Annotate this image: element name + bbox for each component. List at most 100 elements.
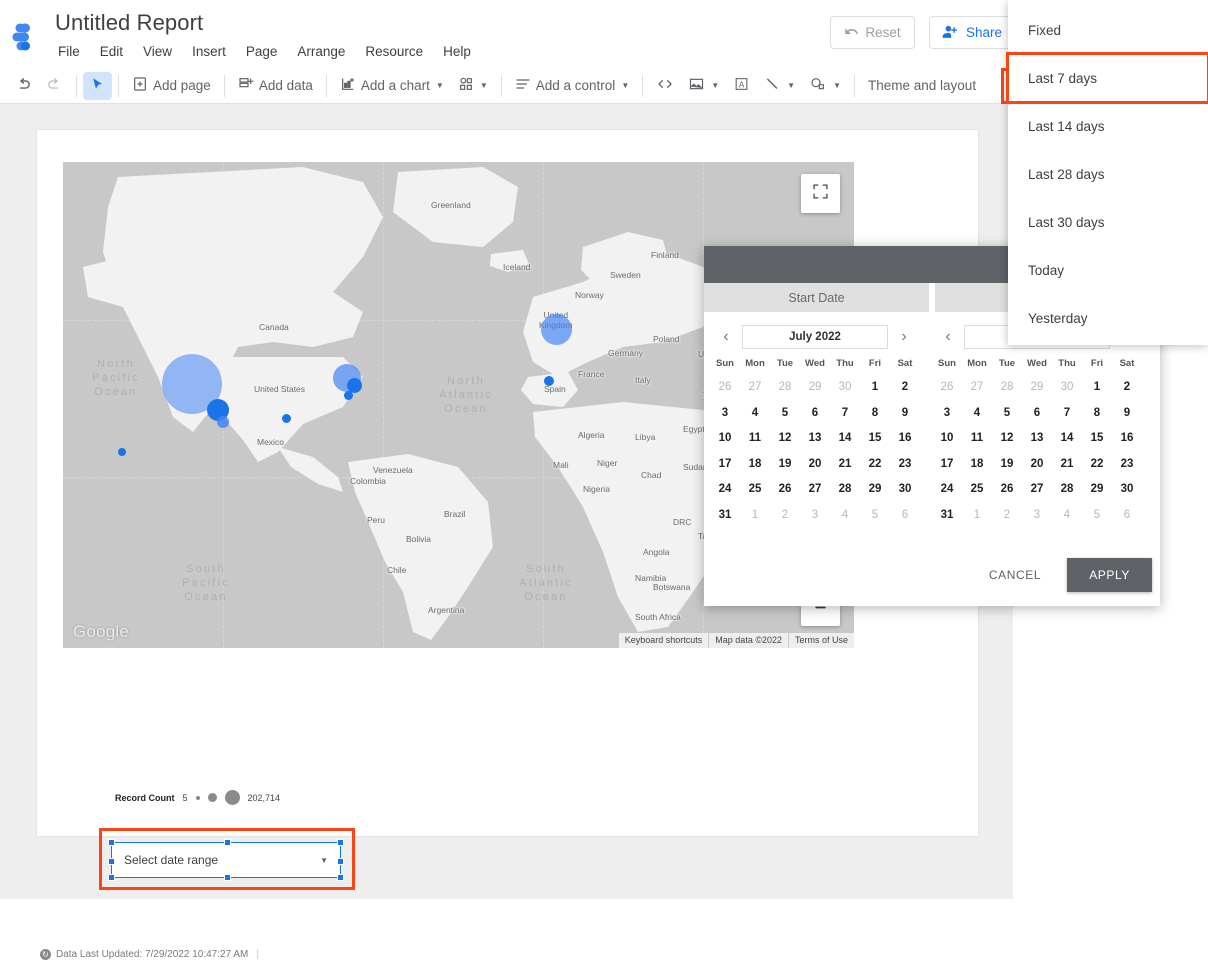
theme-and-layout-button[interactable]: Theme and layout <box>861 72 983 100</box>
menu-view[interactable]: View <box>133 41 182 63</box>
calendar-day[interactable]: 10 <box>710 426 740 452</box>
chevron-left-icon[interactable]: ‹ <box>716 328 736 346</box>
calendar-day[interactable]: 6 <box>1022 401 1052 427</box>
calendar-day[interactable]: 20 <box>1022 452 1052 478</box>
map-bubble[interactable] <box>217 416 229 428</box>
add-control-button[interactable]: Add a control ▼ <box>508 72 636 100</box>
calendar-day[interactable]: 5 <box>860 503 890 529</box>
menu-file[interactable]: File <box>55 41 90 63</box>
calendar-day[interactable]: 1 <box>1082 375 1112 401</box>
menu-arrange[interactable]: Arrange <box>287 41 355 63</box>
calendar-day[interactable]: 17 <box>710 452 740 478</box>
calendar-day[interactable]: 18 <box>740 452 770 478</box>
calendar-day[interactable]: 17 <box>932 452 962 478</box>
calendar-day[interactable]: 6 <box>890 503 920 529</box>
calendar-day[interactable]: 23 <box>1112 452 1142 478</box>
range-menu-item[interactable]: Fixed <box>1008 6 1208 54</box>
map-bubble[interactable] <box>540 313 572 345</box>
menu-page[interactable]: Page <box>236 41 288 63</box>
calendar-day[interactable]: 16 <box>890 426 920 452</box>
menu-insert[interactable]: Insert <box>182 41 236 63</box>
calendar-day[interactable]: 27 <box>1022 477 1052 503</box>
calendar-day[interactable]: 26 <box>992 477 1022 503</box>
redo-button[interactable] <box>39 72 70 100</box>
calendar-day[interactable]: 13 <box>1022 426 1052 452</box>
keyboard-shortcuts-link[interactable]: Keyboard shortcuts <box>619 633 709 648</box>
calendar-day[interactable]: 23 <box>890 452 920 478</box>
calendar-day[interactable]: 4 <box>1052 503 1082 529</box>
insert-text-button[interactable]: A <box>726 72 757 100</box>
map-bubble[interactable] <box>343 390 353 400</box>
calendar-day[interactable]: 24 <box>710 477 740 503</box>
calendar-day[interactable]: 5 <box>992 401 1022 427</box>
calendar-day[interactable]: 28 <box>770 375 800 401</box>
calendar-start[interactable]: ‹ July 2022 › Sun Mon Tue Wed Thu Fri Sat 26 27 2… <box>704 324 926 528</box>
map-fullscreen-button[interactable] <box>801 174 840 213</box>
calendar-day[interactable]: 15 <box>860 426 890 452</box>
calendar-end[interactable]: ‹ › SunMonTueWedThuFriSat262728293012345… <box>926 324 1148 528</box>
calendar-day[interactable]: 29 <box>860 477 890 503</box>
date-range-options-menu[interactable]: Fixed Last 7 days Last 14 days Last 28 days… <box>1006 0 1208 345</box>
calendar-day[interactable]: 8 <box>1082 401 1112 427</box>
date-range-control[interactable]: Select date range ▼ <box>111 842 341 878</box>
undo-button[interactable] <box>8 72 39 100</box>
calendar-day[interactable]: 30 <box>1052 375 1082 401</box>
calendar-day[interactable]: 7 <box>1052 401 1082 427</box>
calendar-day[interactable]: 5 <box>770 401 800 427</box>
calendar-day[interactable]: 30 <box>1112 477 1142 503</box>
map-bubble[interactable] <box>118 448 126 456</box>
calendar-grid-end[interactable]: Sun Mon Tue Wed Thu Fri Sat 26 27 28 29 30 1 2 3 4 5 6 7 8 9… <box>932 356 1142 528</box>
calendar-day[interactable]: 20 <box>800 452 830 478</box>
chevron-right-icon[interactable]: › <box>894 328 914 346</box>
range-menu-item[interactable]: Last 14 days <box>1008 102 1208 150</box>
range-menu-item[interactable]: Last 28 days <box>1008 150 1208 198</box>
calendar-day[interactable]: 2 <box>1112 375 1142 401</box>
calendar-day[interactable]: 3 <box>710 401 740 427</box>
calendar-day[interactable]: 27 <box>962 375 992 401</box>
calendar-day[interactable]: 25 <box>740 477 770 503</box>
map-bubble[interactable] <box>544 376 554 386</box>
calendar-day[interactable]: 29 <box>1082 477 1112 503</box>
calendar-day[interactable]: 26 <box>770 477 800 503</box>
chevron-left-icon[interactable]: ‹ <box>938 328 958 346</box>
calendar-day[interactable]: 2 <box>770 503 800 529</box>
calendar-day[interactable]: 14 <box>1052 426 1082 452</box>
reset-button[interactable]: Reset <box>830 16 915 49</box>
range-menu-item[interactable]: Today <box>1008 246 1208 294</box>
page-title[interactable]: Untitled Report <box>55 10 203 36</box>
calendar-day[interactable]: 28 <box>1052 477 1082 503</box>
calendar-day[interactable]: 6 <box>1112 503 1142 529</box>
insert-image-button[interactable]: ▼ <box>681 72 726 100</box>
calendar-day[interactable]: 2 <box>992 503 1022 529</box>
add-chart-button[interactable]: Add a chart ▼ <box>333 72 451 100</box>
insert-line-button[interactable]: ▼ <box>757 72 802 100</box>
terms-of-use-link[interactable]: Terms of Use <box>787 633 854 648</box>
calendar-day[interactable]: 4 <box>962 401 992 427</box>
calendar-grid-start[interactable]: Sun Mon Tue Wed Thu Fri Sat 26 27 28 29 30 1 2 3 4 5 6 7 8 9… <box>710 356 920 528</box>
calendar-day[interactable]: 2 <box>890 375 920 401</box>
calendar-day[interactable]: 27 <box>740 375 770 401</box>
menu-help[interactable]: Help <box>433 41 481 63</box>
calendar-day[interactable]: 30 <box>890 477 920 503</box>
cancel-button[interactable]: CANCEL <box>975 560 1055 590</box>
calendar-day[interactable]: 1 <box>740 503 770 529</box>
add-data-button[interactable]: Add data <box>231 72 320 100</box>
calendar-day[interactable]: 19 <box>992 452 1022 478</box>
calendar-day[interactable]: 13 <box>800 426 830 452</box>
calendar-day[interactable]: 31 <box>932 503 962 529</box>
calendar-day[interactable]: 12 <box>770 426 800 452</box>
calendar-day[interactable]: 31 <box>710 503 740 529</box>
calendar-day[interactable]: 26 <box>710 375 740 401</box>
range-menu-item[interactable]: Last 7 days <box>1006 52 1208 104</box>
map-bubble[interactable] <box>281 413 291 423</box>
calendar-day[interactable]: 9 <box>890 401 920 427</box>
calendar-day[interactable]: 4 <box>830 503 860 529</box>
calendar-day[interactable]: 22 <box>1082 452 1112 478</box>
calendar-day[interactable]: 5 <box>1082 503 1112 529</box>
month-label-start[interactable]: July 2022 <box>742 325 888 349</box>
calendar-day[interactable]: 16 <box>1112 426 1142 452</box>
apply-button[interactable]: APPLY <box>1067 558 1152 592</box>
menu-edit[interactable]: Edit <box>90 41 133 63</box>
calendar-day[interactable]: 11 <box>740 426 770 452</box>
calendar-day[interactable]: 3 <box>1022 503 1052 529</box>
